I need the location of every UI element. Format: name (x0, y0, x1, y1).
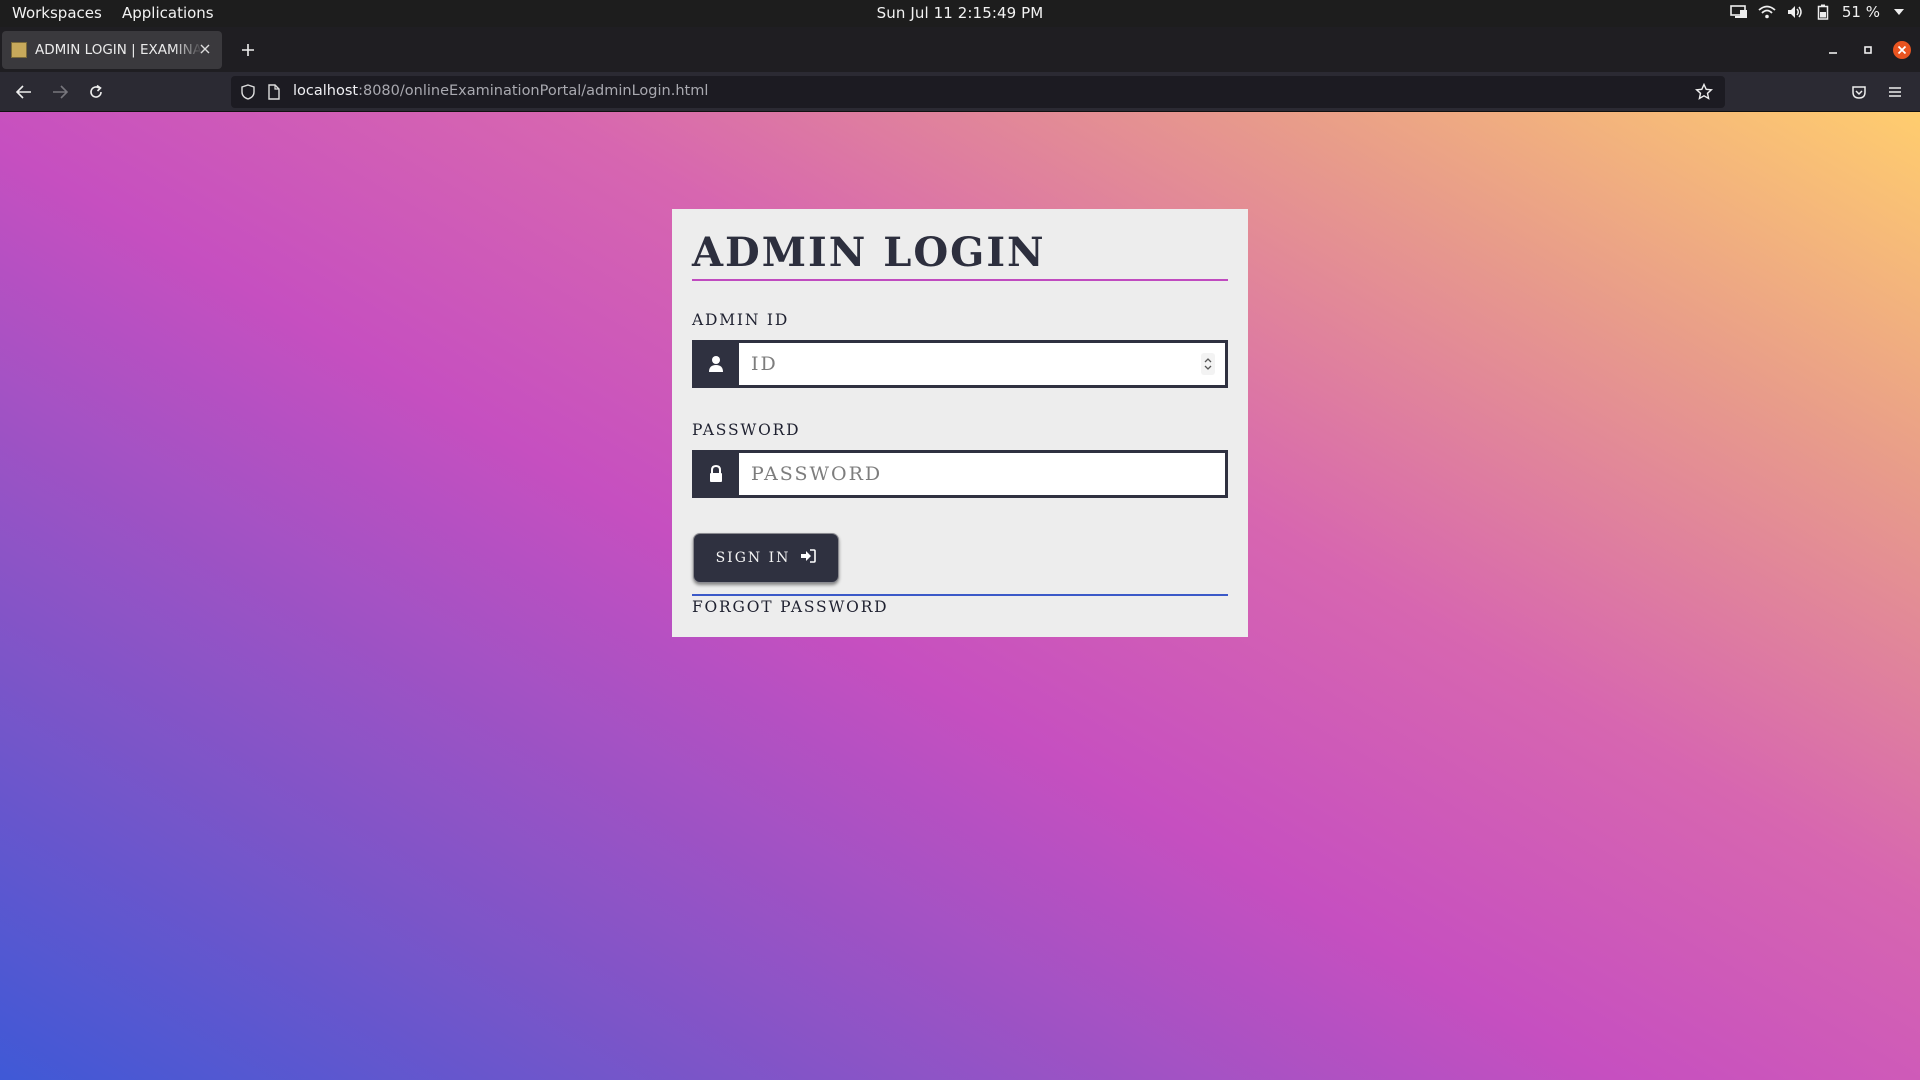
close-tab-icon[interactable] (196, 40, 214, 58)
user-icon (692, 340, 739, 388)
maximize-window-icon[interactable] (1856, 38, 1880, 62)
url-bar[interactable]: localhost:8080/onlineExaminationPortal/a… (231, 76, 1725, 108)
title-underline (692, 279, 1228, 281)
browser-tab-strip: ADMIN LOGIN | EXAMINATION PORTAL (0, 27, 1920, 72)
system-top-bar: Workspaces Applications Sun Jul 11 2:15:… (0, 0, 1920, 27)
caret-down-icon[interactable] (1890, 3, 1908, 21)
reload-icon[interactable] (83, 79, 109, 105)
tab-title: ADMIN LOGIN | EXAMINATION PORTAL (35, 42, 203, 58)
tracking-shield-icon[interactable] (241, 84, 255, 104)
battery-percent: 51 % (1841, 3, 1880, 21)
admin-id-control (739, 340, 1228, 388)
url-text[interactable]: localhost:8080/onlineExaminationPortal/a… (293, 83, 708, 99)
admin-id-label: ADMIN ID (692, 311, 790, 329)
password-label: PASSWORD (692, 421, 801, 439)
back-arrow-icon[interactable] (11, 79, 37, 105)
favicon-icon (11, 42, 27, 58)
password-control (739, 450, 1228, 498)
page-info-icon[interactable] (268, 84, 280, 104)
sign-in-label: SIGN IN (715, 550, 791, 566)
sign-in-button[interactable]: SIGN IN (693, 533, 839, 583)
page-viewport: ADMIN LOGIN ADMIN ID PASSWORD SI (0, 112, 1920, 1080)
clock[interactable]: Sun Jul 11 2:15:49 PM (0, 4, 1920, 22)
minimize-window-icon[interactable] (1821, 38, 1845, 62)
bookmark-star-icon[interactable] (1694, 82, 1714, 105)
browser-nav-bar: localhost:8080/onlineExaminationPortal/a… (0, 72, 1920, 112)
new-tab-button[interactable] (236, 38, 260, 62)
admin-id-group (692, 340, 1228, 388)
password-input[interactable] (739, 453, 1225, 495)
hamburger-menu-icon[interactable] (1882, 79, 1908, 105)
volume-icon[interactable] (1786, 3, 1804, 21)
forward-arrow-icon[interactable] (47, 79, 73, 105)
system-tray[interactable]: 51 % (1730, 3, 1908, 21)
close-window-icon[interactable] (1890, 38, 1914, 62)
sign-in-icon (800, 549, 817, 567)
page-title: ADMIN LOGIN (692, 229, 1046, 276)
admin-id-input[interactable] (739, 343, 1225, 385)
url-host: localhost (293, 83, 359, 99)
number-spinner-icon[interactable] (1201, 353, 1215, 375)
password-group (692, 450, 1228, 498)
display-icon[interactable] (1730, 3, 1748, 21)
login-card: ADMIN LOGIN ADMIN ID PASSWORD SI (672, 209, 1248, 637)
pocket-icon[interactable] (1846, 79, 1872, 105)
lock-icon (692, 450, 739, 498)
browser-tab-active[interactable]: ADMIN LOGIN | EXAMINATION PORTAL (2, 31, 222, 69)
wifi-icon[interactable] (1758, 3, 1776, 21)
url-path: :8080/onlineExaminationPortal/adminLogin… (358, 83, 709, 99)
forgot-divider (692, 594, 1228, 596)
battery-icon[interactable] (1814, 3, 1832, 21)
forgot-password-link[interactable]: FORGOT PASSWORD (692, 598, 888, 616)
